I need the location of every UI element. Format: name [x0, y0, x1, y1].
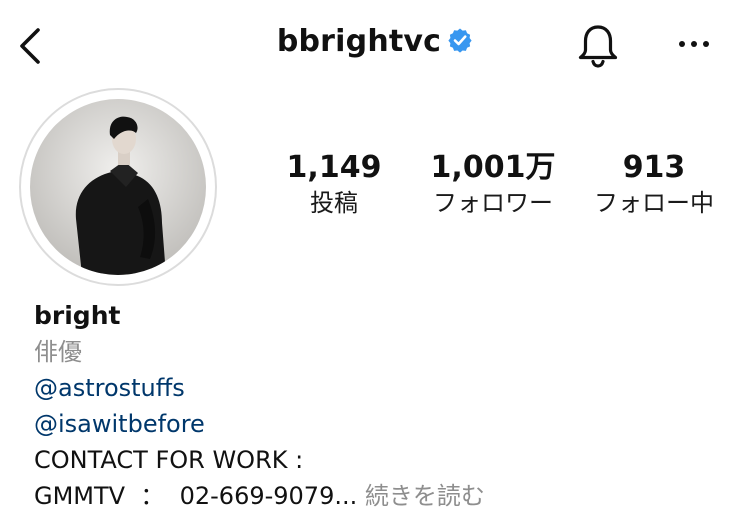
- verified-badge-icon: [448, 28, 472, 53]
- read-more-link[interactable]: 続きを読む: [357, 482, 485, 510]
- followers-label: フォロワー: [433, 189, 553, 217]
- stat-following[interactable]: 913 フォロー中: [586, 150, 722, 220]
- followers-count: 1,001万: [430, 150, 556, 185]
- ellipsis-icon: [679, 41, 709, 47]
- bio-line-truncated: GMMTV ： 02-669-9079... 続きを読む: [34, 478, 485, 514]
- following-label: フォロー中: [594, 189, 714, 217]
- bell-icon: [578, 25, 618, 68]
- profile-name: bright: [34, 301, 121, 330]
- notifications-button[interactable]: [574, 22, 622, 70]
- header-title: bbrightvc: [0, 24, 750, 59]
- bio-line: CONTACT FOR WORK :: [34, 446, 304, 474]
- mention-link-astrostuffs[interactable]: @astrostuffs: [34, 370, 185, 406]
- posts-label: 投稿: [310, 189, 358, 217]
- stat-posts[interactable]: 1,149 投稿: [284, 150, 384, 220]
- posts-count: 1,149: [286, 150, 382, 185]
- profile-category: 俳優: [34, 338, 82, 366]
- username-title: bbrightvc: [276, 24, 442, 59]
- bio-text: GMMTV ： 02-669-9079...: [34, 482, 358, 510]
- profile-photo: [30, 99, 206, 275]
- profile-avatar[interactable]: [30, 99, 206, 275]
- stat-followers[interactable]: 1,001万 フォロワー: [418, 150, 568, 220]
- following-count: 913: [622, 150, 686, 185]
- more-options-button[interactable]: [676, 36, 712, 52]
- mention-link-isawitbefore[interactable]: @isawitbefore: [34, 406, 205, 442]
